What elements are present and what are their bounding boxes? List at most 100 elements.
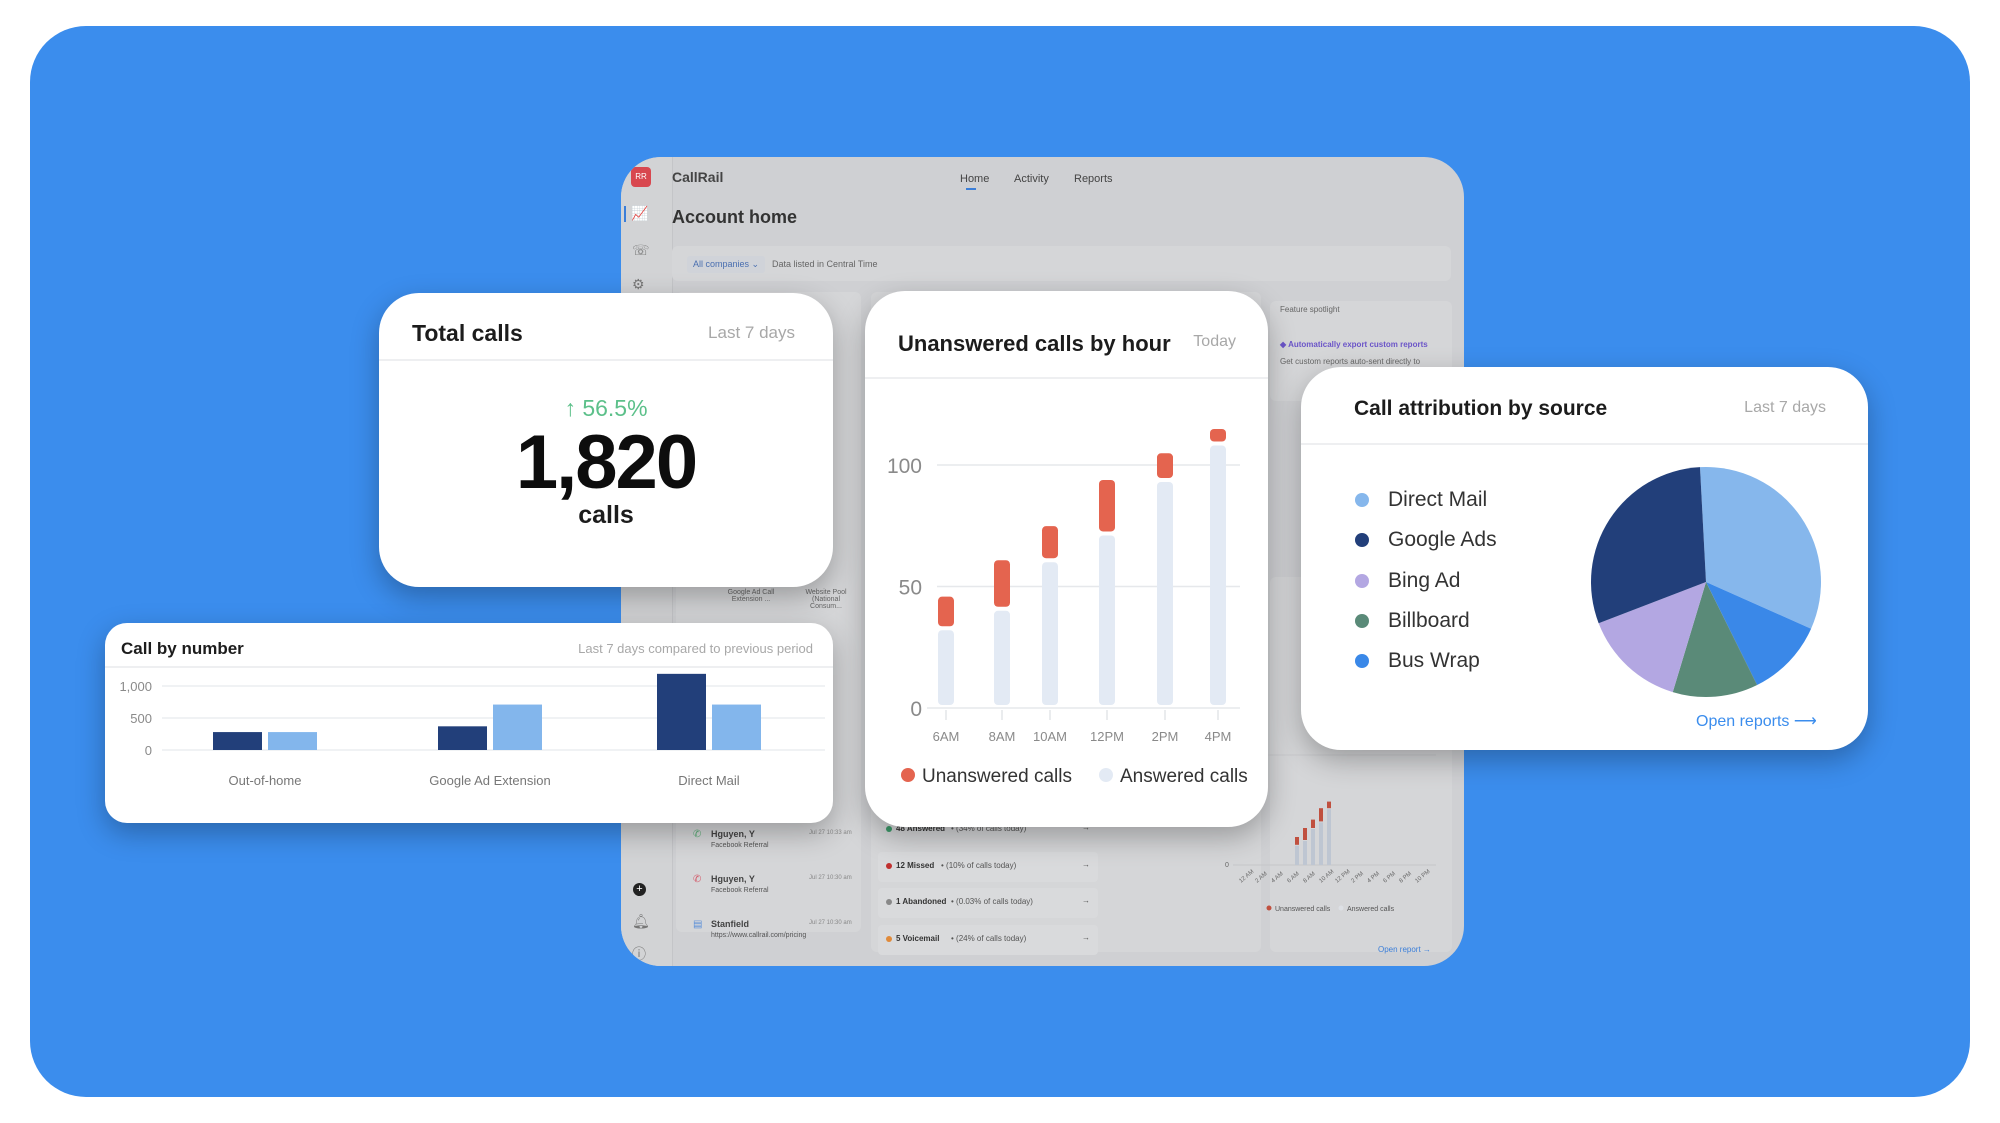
call-time: Jul 27 10:30 am xyxy=(809,875,852,881)
calls-icon[interactable]: ☏ xyxy=(632,243,650,257)
current-period-bar xyxy=(657,673,706,750)
status-detail: • (24% of calls today) xyxy=(951,933,1027,943)
activity-row[interactable]: ✆ Hguyen, Y Facebook Referral Jul 27 10:30 … xyxy=(693,874,863,910)
status-label: 1 Abandoned xyxy=(896,897,947,906)
legend-label: Answered calls xyxy=(1120,766,1248,787)
add-icon[interactable]: + xyxy=(633,883,646,896)
category-label: Out-of-home xyxy=(229,773,302,788)
legend-dot-answered xyxy=(1099,768,1113,782)
caller-name: Stanfield xyxy=(711,919,750,929)
mini-x-tick: 12 PM xyxy=(1334,869,1351,885)
mini-x-tick: 8 PM xyxy=(1398,871,1413,885)
phone-incoming-icon: ✆ xyxy=(693,829,702,840)
x-tick-label: 6AM xyxy=(933,729,960,744)
open-reports-link[interactable]: Open reports ⟶ xyxy=(1696,711,1817,731)
mini-legend-label: Unanswered calls xyxy=(1275,906,1331,913)
mini-x-tick: 12 AM xyxy=(1238,869,1255,885)
unanswered-bar xyxy=(1157,453,1173,479)
nav-reports[interactable]: Reports xyxy=(1074,173,1113,185)
status-row[interactable]: 5 Voicemail • (24% of calls today) → xyxy=(878,924,1098,955)
form-icon: ▤ xyxy=(693,919,703,930)
mini-answered-bar xyxy=(1319,822,1323,865)
legend-label: Unanswered calls xyxy=(922,766,1072,787)
open-report-link[interactable]: Open report → xyxy=(1378,945,1431,954)
mini-unanswered-bar xyxy=(1295,837,1299,845)
caller-name: Hguyen, Y xyxy=(711,829,755,839)
y-tick-label: 0 xyxy=(145,743,152,758)
help-icon[interactable]: ⓘ xyxy=(632,947,646,961)
company-filter-dropdown[interactable]: All companies ⌄ xyxy=(687,256,766,273)
x-tick-label: 2PM xyxy=(1152,729,1179,744)
mini-x-tick: 6 PM xyxy=(1382,871,1397,885)
unanswered-calls-chart: 0 50 100 6AM 8AM 10AM 12PM 2PM 4PM Unanswered cal… xyxy=(887,428,1248,787)
answered-bar xyxy=(938,630,954,705)
page-title: Account home xyxy=(672,207,798,227)
activity-row[interactable]: ▤ Stanfield https://www.callrail.com/prici… xyxy=(693,919,863,955)
feature-spotlight-body: Get custom reports auto-sent directly to xyxy=(1280,357,1421,366)
mini-x-tick: 4 PM xyxy=(1366,871,1381,885)
unanswered-bar xyxy=(994,560,1010,607)
call-source: https://www.callrail.com/pricing xyxy=(711,932,807,939)
y-tick-label: 50 xyxy=(899,577,922,600)
feature-spotlight-link[interactable]: Automatically export custom reports xyxy=(1288,340,1428,349)
mini-answered-bar xyxy=(1295,845,1299,865)
answered-bar xyxy=(1099,535,1115,705)
mini-x-tick: 10 PM xyxy=(1414,869,1431,885)
call-attribution-card: Call attribution by source Last 7 days D… xyxy=(1301,367,1868,750)
call-by-number-card: Call by number Last 7 days compared to p… xyxy=(105,623,833,823)
brand-name[interactable]: CallRail xyxy=(672,169,723,185)
activity-row[interactable]: ✆ Hguyen, Y Facebook Referral Jul 27 10:33 … xyxy=(693,829,863,865)
active-indicator xyxy=(624,206,626,222)
status-row[interactable]: 12 Missed • (10% of calls today) → xyxy=(878,851,1098,882)
bg-bar-label: Website Pool (National Consum... xyxy=(805,589,847,610)
status-row[interactable]: 1 Abandoned • (0.03% of calls today) → xyxy=(878,888,1098,918)
total-calls-card: Total calls Last 7 days ↑ 56.5% 1,820 ca… xyxy=(379,293,833,587)
mini-unanswered-bar xyxy=(1319,808,1323,822)
x-tick-label: 4PM xyxy=(1205,729,1232,744)
arrow-right-icon: → xyxy=(1082,932,1090,942)
mini-x-tick: 6 AM xyxy=(1286,871,1300,884)
previous-period-bar xyxy=(268,732,317,750)
call-time: Jul 27 10:33 am xyxy=(809,830,852,836)
status-dot xyxy=(886,862,892,869)
y-tick-label: 500 xyxy=(130,711,152,726)
timezone-note: Data listed in Central Time xyxy=(772,259,878,269)
feature-spotlight-title[interactable]: ◆ Automatically export custom reports xyxy=(1280,340,1428,349)
category-label: Google Ad Extension xyxy=(429,773,550,788)
card-period: Last 7 days xyxy=(708,323,795,342)
previous-period-bar xyxy=(493,704,542,750)
mini-y-tick: 0 xyxy=(1225,862,1229,869)
mini-answered-bar xyxy=(1311,829,1315,865)
legend-dot xyxy=(1338,905,1344,911)
status-label: 12 Missed xyxy=(896,860,935,870)
mini-unanswered-bar xyxy=(1311,819,1315,828)
card-divider xyxy=(379,359,833,361)
nav-home[interactable]: Home xyxy=(960,173,989,185)
mini-x-tick: 2 PM xyxy=(1350,871,1365,885)
settings-icon[interactable]: ⚙ xyxy=(632,277,645,291)
x-tick-label: 12PM xyxy=(1090,729,1124,744)
status-detail: • (0.03% of calls today) xyxy=(951,897,1033,906)
mini-x-tick: 10 AM xyxy=(1318,869,1335,885)
call-source: Facebook Referral xyxy=(711,887,769,894)
notifications-icon[interactable]: 🔔︎ xyxy=(632,914,650,928)
mini-unanswered-bar xyxy=(1303,828,1307,840)
chevron-down-icon: ⌄ xyxy=(751,259,760,269)
mini-x-tick: 2 AM xyxy=(1254,871,1268,884)
nav-activity[interactable]: Activity xyxy=(1014,173,1049,185)
call-time: Jul 27 10:30 am xyxy=(809,920,852,926)
analytics-icon[interactable]: 📈 xyxy=(631,206,648,220)
answered-bar xyxy=(1157,482,1173,705)
account-avatar[interactable]: RR xyxy=(631,167,651,187)
answered-bar xyxy=(1042,562,1058,705)
bg-bar-label: Google Ad Call Extension ... xyxy=(727,589,775,603)
legend-dot-unanswered xyxy=(901,768,915,782)
change-percentage: ↑ 56.5% xyxy=(564,395,648,421)
y-tick-label: 100 xyxy=(887,455,922,478)
mini-answered-bar xyxy=(1327,809,1331,865)
unanswered-bar xyxy=(1210,428,1226,442)
unanswered-bar xyxy=(1042,526,1058,559)
current-period-bar xyxy=(438,726,487,750)
mini-x-tick: 8 AM xyxy=(1302,871,1316,884)
attribution-pie-chart xyxy=(1591,467,1821,697)
